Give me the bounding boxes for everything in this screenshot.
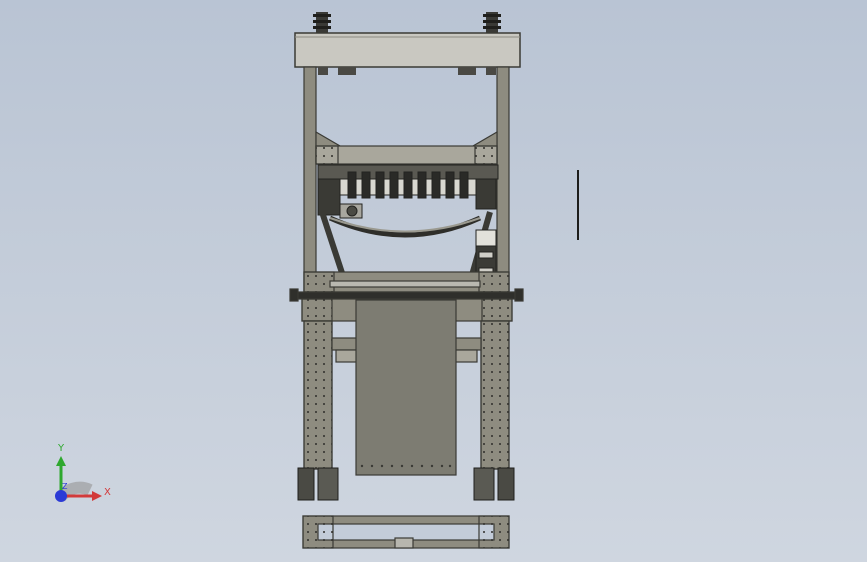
- top-right-adjuster: [483, 12, 501, 34]
- header-clamps: [318, 67, 496, 75]
- triad-graphic: [55, 456, 102, 502]
- base-frame: [302, 515, 510, 549]
- header-beam: [294, 32, 521, 68]
- x-axis-label: X: [104, 487, 111, 498]
- middle-frame: [289, 271, 524, 302]
- y-axis-label: Y: [58, 443, 65, 454]
- graphics-viewport[interactable]: Y X Z: [0, 0, 867, 562]
- top-left-adjuster: [313, 12, 331, 34]
- z-axis-label: Z: [62, 482, 68, 491]
- drive-module: [317, 164, 499, 219]
- lower-panel: [355, 299, 457, 476]
- machine-model[interactable]: [0, 0, 867, 562]
- upper-crossbar: [315, 130, 498, 165]
- reference-triad: Y X Z: [40, 438, 120, 518]
